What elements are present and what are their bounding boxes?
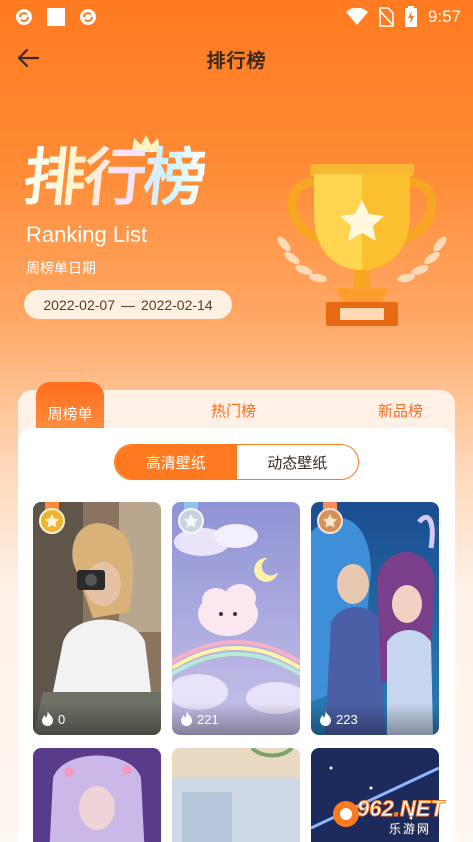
ranking-tabs: 周榜单 热门榜 新品榜 xyxy=(18,382,455,428)
site-watermark: 962.NET 乐游网 xyxy=(331,792,467,840)
wifi-icon xyxy=(345,8,368,25)
wallpaper-thumbnail xyxy=(172,502,300,735)
flame-icon xyxy=(320,711,331,726)
view-count: 223 xyxy=(336,712,358,727)
silver-medal-icon xyxy=(178,502,204,534)
app-bar: 排行榜 xyxy=(0,36,473,80)
bronze-medal-icon xyxy=(317,502,343,534)
tab-weekly[interactable]: 周榜单 xyxy=(36,382,104,428)
watermark-text: 962.NET xyxy=(357,796,445,822)
tab-new[interactable]: 新品榜 xyxy=(378,400,423,421)
page-title: 排行榜 xyxy=(206,50,267,72)
wallpaper-thumbnail xyxy=(33,748,161,842)
flame-icon xyxy=(42,711,53,726)
segment-live-wallpaper[interactable]: 动态壁纸 xyxy=(237,445,359,479)
gold-medal-icon xyxy=(39,502,65,534)
wallpaper-card[interactable]: 223 xyxy=(311,502,439,735)
watermark-net: NET xyxy=(399,796,444,822)
date-start: 2022-02-07 xyxy=(43,296,115,313)
watermark-number: 962 xyxy=(357,796,395,822)
wallpaper-type-toggle: 高清壁纸 动态壁纸 xyxy=(114,444,359,480)
segment-hd-wallpaper[interactable]: 高清壁纸 xyxy=(115,445,237,479)
date-separator: — xyxy=(121,296,135,313)
flame-icon xyxy=(181,711,192,726)
square-icon xyxy=(47,8,65,26)
wallpaper-card[interactable] xyxy=(172,748,300,842)
wallpaper-card[interactable]: 0 xyxy=(33,502,161,735)
wallpaper-thumbnail xyxy=(172,748,300,842)
tab-hot[interactable]: 热门榜 xyxy=(211,400,256,421)
view-count: 0 xyxy=(58,712,66,727)
date-end: 2022-02-14 xyxy=(141,296,213,313)
sync-icon xyxy=(16,9,32,25)
no-sim-icon xyxy=(378,7,394,27)
status-bar: 9:57 xyxy=(0,0,473,34)
sync-icon xyxy=(80,9,96,25)
wallpaper-thumbnail xyxy=(311,502,439,735)
view-count: 221 xyxy=(197,712,219,727)
wallpaper-thumbnail xyxy=(33,502,161,735)
wallpaper-card[interactable]: 221 xyxy=(172,502,300,735)
hero-subtitle: Ranking List xyxy=(26,222,148,247)
battery-charging-icon xyxy=(404,6,417,27)
date-range-pill: 2022-02-07 — 2022-02-14 xyxy=(24,290,232,319)
period-label: 周榜单日期 xyxy=(26,261,96,277)
status-time: 9:57 xyxy=(427,7,461,26)
hero-title: 排行榜 xyxy=(20,141,208,214)
trophy-icon xyxy=(277,164,447,326)
wallpaper-card[interactable] xyxy=(33,748,161,842)
watermark-subtitle: 乐游网 xyxy=(389,822,432,836)
